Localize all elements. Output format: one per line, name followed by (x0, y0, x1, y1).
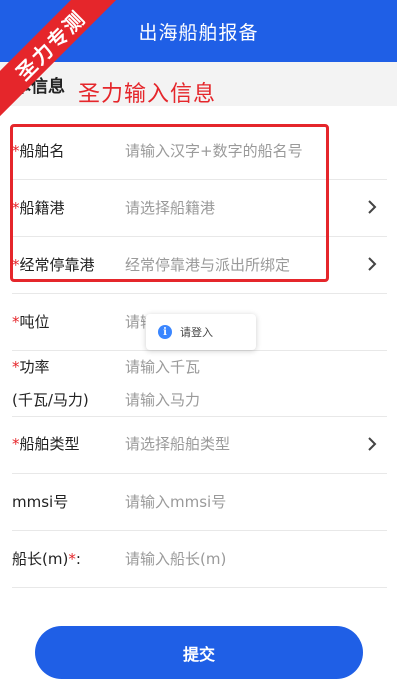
chevron-right-icon[interactable] (361, 253, 383, 275)
power-kw-input[interactable]: 请输入千瓦 (125, 356, 200, 377)
power-hp-input[interactable]: 请输入马力 (125, 389, 200, 410)
port-of-registry-select[interactable]: 请选择船籍港 (125, 197, 215, 218)
page-title: 出海船舶报备 (138, 21, 259, 44)
toast-text: 请登入 (180, 326, 213, 339)
field-row-ship-length[interactable]: 船长(m)*: 请输入船长(m) (12, 530, 387, 588)
ship-length-input[interactable]: 请输入船长(m) (125, 548, 226, 569)
field-row-ship-type[interactable]: *船舶类型 请选择船舶类型 (12, 416, 387, 474)
field-label: *吨位 (12, 313, 50, 331)
field-row-mmsi[interactable]: mmsi号 请输入mmsi号 (12, 473, 387, 531)
info-icon: i (158, 325, 172, 339)
field-label: *船舶类型 (12, 435, 80, 453)
annotation-note: 圣力输入信息 (78, 82, 217, 107)
chevron-right-icon[interactable] (361, 196, 383, 218)
field-row-ship-name[interactable]: *船舶名 请输入汉字+数字的船名号 (12, 122, 387, 180)
home-port-select[interactable]: 经常停靠港与派出所绑定 (125, 254, 290, 275)
field-label: *功率 (12, 358, 50, 376)
chevron-right-icon[interactable] (361, 433, 383, 455)
field-row-power[interactable]: *功率 (千瓦/马力) 请输入千瓦 请输入马力 (12, 350, 387, 417)
field-label: *船舶名 (12, 142, 65, 160)
ship-type-select[interactable]: 请选择船舶类型 (125, 433, 230, 454)
field-row-home-port[interactable]: *经常停靠港 经常停靠港与派出所绑定 (12, 236, 387, 294)
mmsi-input[interactable]: 请输入mmsi号 (125, 491, 226, 512)
field-label: 船长(m)*: (12, 550, 81, 568)
submit-button[interactable]: 提交 (35, 626, 363, 679)
field-label: mmsi号 (12, 493, 69, 511)
field-label: *船籍港 (12, 199, 65, 217)
login-toast: i 请登入 (146, 314, 256, 350)
field-label-unit: (千瓦/马力) (12, 391, 89, 409)
field-row-port-of-registry[interactable]: *船籍港 请选择船籍港 (12, 179, 387, 237)
ship-name-input[interactable]: 请输入汉字+数字的船名号 (125, 140, 303, 161)
field-label: *经常停靠港 (12, 256, 95, 274)
